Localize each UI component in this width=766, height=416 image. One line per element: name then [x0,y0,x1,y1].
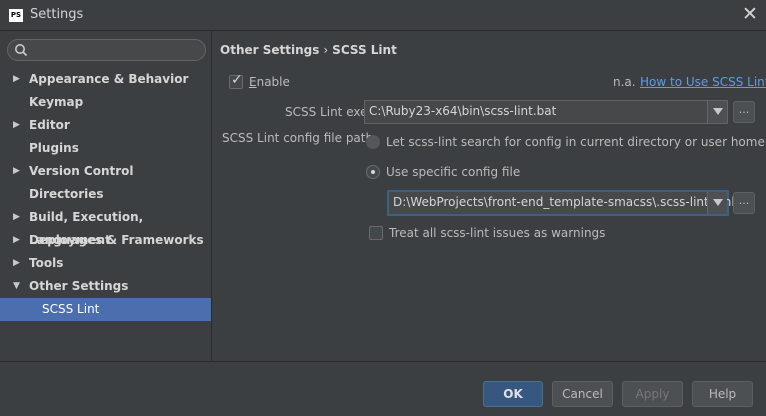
settings-panel: Other Settings › SCSS Lint ✓ Enable n.a. H… [213,31,766,361]
treat-as-warnings-label[interactable]: Treat all scss-lint issues as warnings [389,226,605,240]
sidebar-item-label: Plugins [29,141,79,155]
radio-search-config-label[interactable]: Let scss-lint search for config in curre… [386,135,765,149]
radio-search-config[interactable] [366,135,380,149]
app-icon: PS [9,9,23,22]
config-file-combo[interactable]: D:\WebProjects\front-end_template-smacss… [387,190,735,216]
sidebar-item-languages-frameworks[interactable]: ▶ Languages & Frameworks [0,229,211,252]
dialog-footer: OK Cancel Apply Help [0,361,766,416]
sidebar-item-appearance-behavior[interactable]: ▶ Appearance & Behavior [0,68,211,91]
sidebar-item-version-control[interactable]: ▶ Version Control [0,160,211,183]
breadcrumb-current: SCSS Lint [332,43,397,57]
help-link[interactable]: How to Use SCSS Lint [640,75,766,89]
expand-arrow-icon[interactable]: ▶ [13,160,20,183]
exe-path-value: C:\Ruby23-x64\bin\scss-lint.bat [369,104,557,118]
expand-arrow-icon[interactable]: ▶ [13,114,20,137]
settings-sidebar: ▶ Appearance & Behavior Keymap ▶ Editor … [0,31,212,361]
enable-mnemonic: E [249,75,257,89]
sidebar-item-label: Other Settings [29,279,129,293]
exe-path-combo[interactable]: C:\Ruby23-x64\bin\scss-lint.bat [364,100,728,124]
settings-tree: ▶ Appearance & Behavior Keymap ▶ Editor … [0,68,211,321]
ok-button[interactable]: OK [483,381,543,407]
sidebar-item-tools[interactable]: ▶ Tools [0,252,211,275]
expand-arrow-icon[interactable]: ▶ [13,206,20,229]
sidebar-item-label: Version Control [29,164,134,178]
window-title: Settings [30,7,84,22]
sidebar-item-label: SCSS Lint [42,302,100,316]
sidebar-item-other-settings[interactable]: ▼ Other Settings [0,275,211,298]
sidebar-item-label: Editor [29,118,70,132]
exe-browse-button[interactable]: ... [733,101,755,123]
radio-selected-dot [371,170,375,174]
enable-checkbox[interactable]: ✓ [229,72,243,89]
cancel-button[interactable]: Cancel [552,381,613,407]
breadcrumb-separator: › [323,43,329,57]
breadcrumb: Other Settings › SCSS Lint [220,43,397,57]
enable-label-text: nable [256,75,290,89]
radio-specific-config[interactable] [366,165,380,179]
sidebar-item-scss-lint[interactable]: SCSS Lint [0,298,211,321]
expand-arrow-icon[interactable]: ▶ [13,68,20,91]
checkmark-icon: ✓ [231,72,243,88]
exe-label: SCSS Lint exe [285,105,368,119]
dropdown-arrow-icon[interactable] [707,192,727,214]
help-button[interactable]: Help [692,381,753,407]
treat-as-warnings-checkbox[interactable] [369,226,383,240]
config-file-value: D:\WebProjects\front-end_template-smacss… [393,195,735,209]
sidebar-item-label: Appearance & Behavior [29,72,189,86]
sidebar-item-label: Keymap [29,95,84,109]
expand-arrow-icon[interactable]: ▶ [13,252,20,275]
expand-arrow-icon[interactable]: ▶ [13,229,20,252]
close-icon[interactable]: ✕ [740,4,760,24]
sidebar-item-label: Directories [29,187,104,201]
config-browse-button[interactable]: ... [733,192,755,214]
search-icon [15,44,28,57]
search-input[interactable] [7,39,206,61]
title-bar: PS Settings ✕ [0,0,766,31]
version-text: n.a. [613,75,636,89]
sidebar-item-keymap[interactable]: Keymap [0,91,211,114]
sidebar-item-editor[interactable]: ▶ Editor [0,114,211,137]
sidebar-item-plugins[interactable]: Plugins [0,137,211,160]
radio-specific-config-label[interactable]: Use specific config file [386,165,520,179]
config-path-label: SCSS Lint config file path [222,131,374,145]
collapse-arrow-icon[interactable]: ▼ [13,275,20,298]
apply-button[interactable]: Apply [622,381,683,407]
sidebar-item-build-execution-deployment[interactable]: ▶ Build, Execution, Deployment [0,206,211,247]
dropdown-arrow-icon[interactable] [707,101,727,123]
sidebar-item-directories[interactable]: Directories [0,183,211,206]
enable-label[interactable]: Enable [249,75,290,89]
sidebar-item-label: Languages & Frameworks [29,233,204,247]
breadcrumb-parent: Other Settings [220,43,320,57]
sidebar-item-label: Tools [29,256,64,270]
